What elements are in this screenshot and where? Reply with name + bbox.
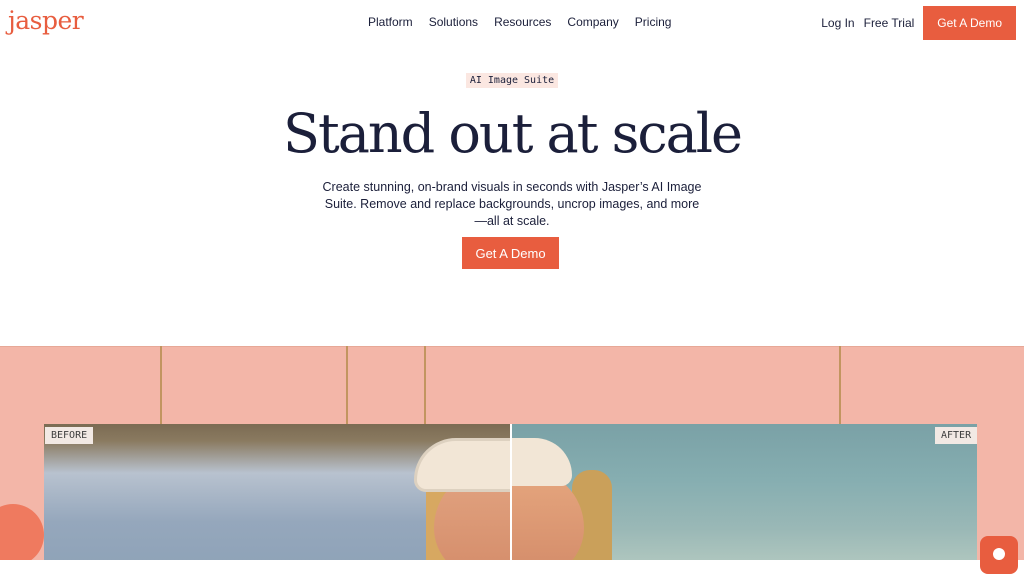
compare-slider-handle[interactable]: [510, 424, 512, 560]
after-image: [512, 424, 977, 560]
nav-actions: Log In Free Trial Get A Demo: [821, 6, 1016, 40]
menu-item-pricing[interactable]: Pricing: [635, 15, 672, 29]
menu-item-resources[interactable]: Resources: [494, 15, 551, 29]
decorative-circle: [0, 504, 44, 560]
get-demo-button[interactable]: Get A Demo: [462, 237, 559, 269]
visor-shape: [512, 438, 572, 486]
get-demo-button-top[interactable]: Get A Demo: [923, 6, 1016, 40]
hero-kicker: AI Image Suite: [0, 70, 1024, 88]
hero-headline: Stand out at scale: [283, 102, 743, 165]
kicker-label: AI Image Suite: [465, 73, 559, 88]
decorative-line: [160, 346, 162, 424]
menu-item-platform[interactable]: Platform: [368, 15, 413, 29]
image-showcase: BEFORE AFTER: [0, 346, 1024, 560]
primary-menu: Platform Solutions Resources Company Pri…: [368, 15, 687, 29]
decorative-line: [839, 346, 841, 424]
decorative-line: [424, 346, 426, 424]
free-trial-link[interactable]: Free Trial: [864, 16, 915, 30]
login-link[interactable]: Log In: [821, 16, 854, 30]
menu-item-solutions[interactable]: Solutions: [429, 15, 478, 29]
jasper-logo[interactable]: jasper: [8, 6, 84, 35]
before-label: BEFORE: [45, 427, 94, 444]
chat-widget-button[interactable]: [980, 536, 1018, 574]
top-navigation: jasper Platform Solutions Resources Comp…: [0, 0, 1024, 46]
menu-item-company[interactable]: Company: [567, 15, 618, 29]
after-label: AFTER: [935, 427, 978, 444]
showcase-top-border: [0, 346, 1024, 347]
hero-subtext: Create stunning, on-brand visuals in sec…: [322, 180, 702, 228]
visor-shape: [414, 438, 510, 492]
before-image: [44, 424, 510, 560]
decorative-line: [346, 346, 348, 424]
